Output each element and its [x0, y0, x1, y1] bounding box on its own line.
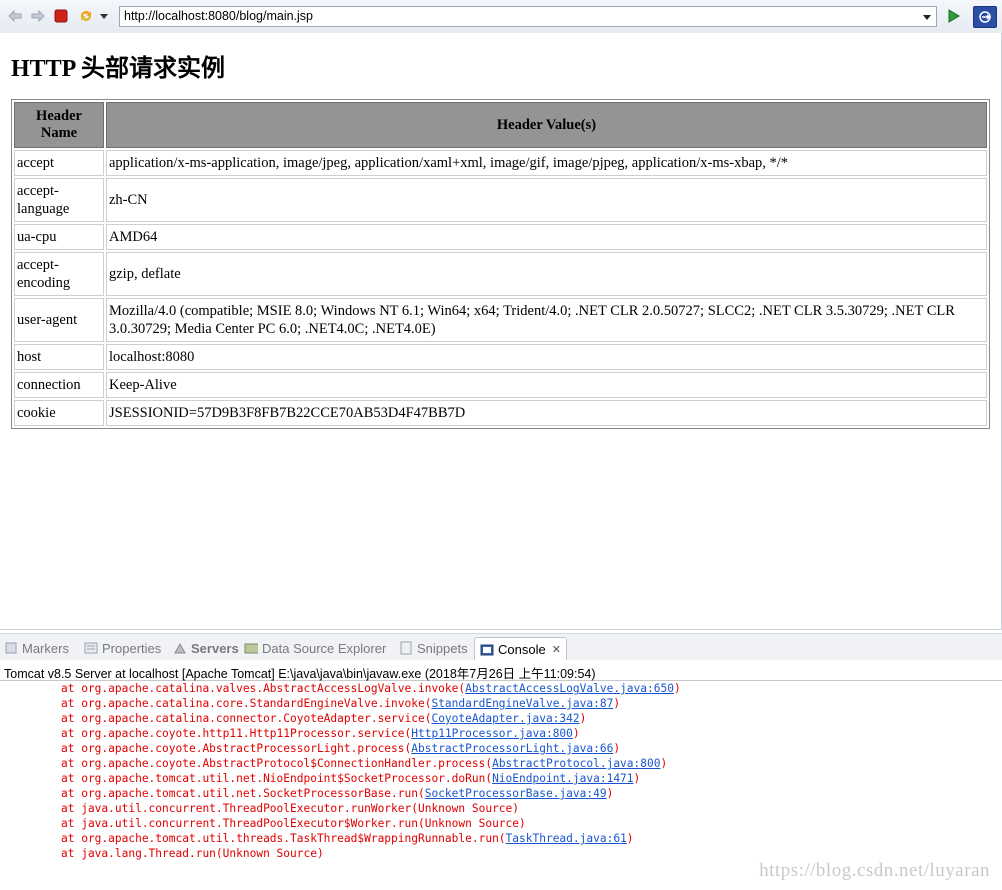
markers-icon [4, 641, 18, 655]
header-name-cell: accept-language [14, 178, 104, 222]
servers-icon [173, 641, 187, 655]
views-tabbar: Markers Properties Servers Data Source E… [0, 633, 1002, 661]
properties-icon [84, 641, 98, 655]
source-link[interactable]: SocketProcessorBase.java:49 [425, 787, 607, 800]
source-link[interactable]: CoyoteAdapter.java:342 [431, 712, 579, 725]
page-title: HTTP 头部请求实例 [11, 56, 226, 82]
tab-label: Snippets [417, 640, 468, 656]
tab-markers[interactable]: Markers [4, 638, 69, 658]
refresh-icon[interactable] [77, 7, 95, 25]
data-source-icon [244, 641, 258, 655]
header-value-cell: application/x-ms-application, image/jpeg… [106, 150, 987, 176]
stack-line: at java.lang.Thread.run(Unknown Source) [61, 847, 324, 860]
browser-content: HTTP 头部请求实例 Header Name Header Value(s) … [0, 33, 1002, 630]
address-bar-url[interactable]: http://localhost:8080/blog/main.jsp [124, 9, 313, 23]
stack-line: at org.apache.tomcat.util.net.NioEndpoin… [61, 772, 641, 785]
header-value-cell: gzip, deflate [106, 252, 987, 296]
source-link[interactable]: AbstractProtocol.java:800 [492, 757, 660, 770]
forward-icon[interactable] [29, 7, 47, 25]
header-value-cell: Keep-Alive [106, 372, 987, 398]
stack-line: at org.apache.catalina.connector.CoyoteA… [61, 712, 587, 725]
header-name-cell: accept [14, 150, 104, 176]
source-link[interactable]: Http11Processor.java:800 [411, 727, 573, 740]
stack-line: at org.apache.coyote.AbstractProtocol$Co… [61, 757, 668, 770]
source-link[interactable]: AbstractAccessLogValve.java:650 [465, 682, 674, 695]
close-icon[interactable]: ✕ [552, 643, 561, 656]
tab-label: Markers [22, 640, 69, 656]
header-name-cell: host [14, 344, 104, 370]
open-external-icon[interactable] [973, 6, 997, 28]
stop-icon[interactable] [52, 7, 70, 25]
source-link[interactable]: StandardEngineValve.java:87 [431, 697, 613, 710]
dropdown-icon[interactable] [98, 7, 110, 25]
console-output[interactable]: at org.apache.catalina.valves.AbstractAc… [0, 681, 1002, 890]
table-row: cookie JSESSIONID=57D9B3F8FB7B22CCE70AB5… [14, 400, 987, 426]
stack-line: at java.util.concurrent.ThreadPoolExecut… [61, 817, 526, 830]
stack-line: at org.apache.tomcat.util.net.SocketProc… [61, 787, 614, 800]
headers-table: Header Name Header Value(s) accept appli… [11, 99, 990, 429]
tab-label: Data Source Explorer [262, 640, 387, 656]
table-row: accept-language zh-CN [14, 178, 987, 222]
stack-line: at org.apache.coyote.http11.Http11Proces… [61, 727, 580, 740]
console-icon [480, 643, 494, 657]
header-name-cell: cookie [14, 400, 104, 426]
column-header-value: Header Value(s) [106, 102, 987, 148]
tab-snippets[interactable]: Snippets [399, 638, 468, 658]
header-value-cell: Mozilla/4.0 (compatible; MSIE 8.0; Windo… [106, 298, 987, 342]
stack-line: at org.apache.tomcat.util.threads.TaskTh… [61, 832, 634, 845]
tab-console[interactable]: Console ✕ [474, 637, 567, 661]
table-row: user-agent Mozilla/4.0 (compatible; MSIE… [14, 298, 987, 342]
table-header-row: Header Name Header Value(s) [14, 102, 987, 148]
source-link[interactable]: NioEndpoint.java:1471 [492, 772, 633, 785]
address-bar[interactable]: http://localhost:8080/blog/main.jsp [119, 6, 937, 27]
tab-properties[interactable]: Properties [84, 638, 161, 658]
header-value-cell: JSESSIONID=57D9B3F8FB7B22CCE70AB53D4F47B… [106, 400, 987, 426]
column-header-name: Header Name [14, 102, 104, 148]
tab-servers[interactable]: Servers [173, 638, 239, 658]
header-name-cell: connection [14, 372, 104, 398]
tab-data-source-explorer[interactable]: Data Source Explorer [244, 638, 386, 658]
header-name-cell: user-agent [14, 298, 104, 342]
table-row: host localhost:8080 [14, 344, 987, 370]
header-name-cell: ua-cpu [14, 224, 104, 250]
go-icon[interactable] [944, 7, 962, 25]
stack-line: at org.apache.coyote.AbstractProcessorLi… [61, 742, 621, 755]
snippets-icon [399, 641, 413, 655]
header-value-cell: AMD64 [106, 224, 987, 250]
watermark: https://blog.csdn.net/luyaran [759, 860, 990, 881]
console-title: Tomcat v8.5 Server at localhost [Apache … [4, 667, 596, 681]
header-name-cell: accept-encoding [14, 252, 104, 296]
tab-label: Servers [191, 640, 239, 656]
table-row: ua-cpu AMD64 [14, 224, 987, 250]
header-value-cell: zh-CN [106, 178, 987, 222]
table-row: accept application/x-ms-application, ima… [14, 150, 987, 176]
table-row: accept-encoding gzip, deflate [14, 252, 987, 296]
stack-line: at org.apache.catalina.valves.AbstractAc… [61, 682, 681, 695]
browser-toolbar: http://localhost:8080/blog/main.jsp [0, 0, 1002, 34]
back-icon[interactable] [6, 7, 24, 25]
tab-label: Properties [102, 640, 162, 656]
source-link[interactable]: TaskThread.java:61 [506, 832, 627, 845]
tab-label: Console [498, 642, 546, 657]
address-dropdown-icon[interactable] [920, 10, 934, 24]
stack-line: at java.util.concurrent.ThreadPoolExecut… [61, 802, 520, 815]
source-link[interactable]: AbstractProcessorLight.java:66 [411, 742, 613, 755]
table-row: connection Keep-Alive [14, 372, 987, 398]
stack-line: at org.apache.catalina.core.StandardEngi… [61, 697, 621, 710]
console-header: Tomcat v8.5 Server at localhost [Apache … [0, 660, 1002, 681]
header-value-cell: localhost:8080 [106, 344, 987, 370]
